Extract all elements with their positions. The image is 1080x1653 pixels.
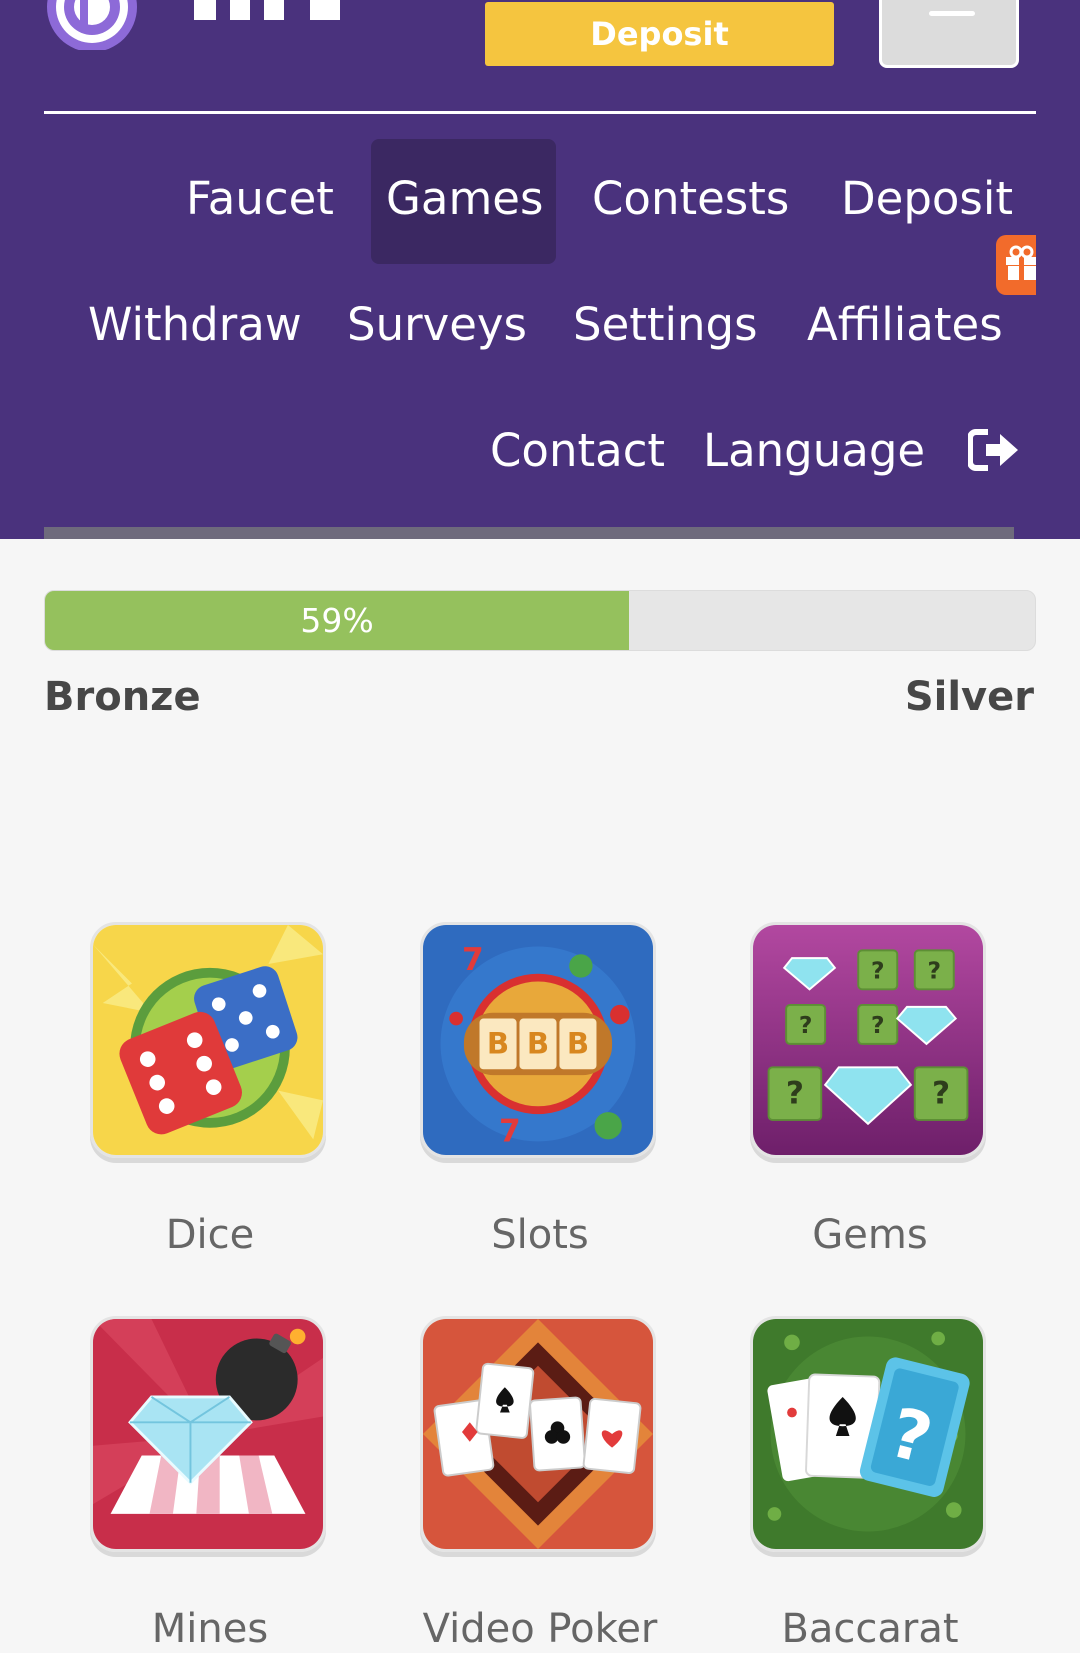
mines-icon[interactable] (90, 1316, 326, 1552)
slots-icon[interactable]: B B B 7 7 (420, 922, 656, 1158)
video-poker-icon[interactable] (420, 1316, 656, 1552)
level-progress-bar: 59% (44, 590, 1036, 651)
svg-text:7: 7 (462, 942, 484, 978)
progress-percent: 59% (300, 601, 374, 640)
svg-text:?: ? (927, 957, 941, 985)
game-video-poker[interactable]: Video Poker (420, 1316, 660, 1652)
gift-icon[interactable] (996, 235, 1036, 295)
logout-icon[interactable] (967, 428, 1020, 476)
svg-text:?: ? (871, 1011, 885, 1039)
menu-button[interactable] (879, 0, 1019, 68)
game-mines[interactable]: Mines (90, 1316, 330, 1652)
deposit-button[interactable]: Deposit (485, 2, 834, 66)
svg-text:?: ? (799, 1011, 813, 1039)
svg-text:?: ? (786, 1075, 804, 1111)
baccarat-icon[interactable]: ? (750, 1316, 986, 1552)
nav-settings[interactable]: Settings (573, 302, 758, 347)
game-slots[interactable]: B B B 7 7 Slots (420, 922, 660, 1258)
nav-games[interactable]: Games (386, 176, 543, 221)
header-bottom-bar (44, 527, 1014, 539)
svg-text:?: ? (932, 1075, 950, 1111)
nav-withdraw[interactable]: Withdraw (88, 302, 302, 347)
nav-surveys[interactable]: Surveys (347, 302, 527, 347)
header: Deposit Faucet Games Contests Deposit Wi… (0, 0, 1080, 539)
header-divider (44, 111, 1036, 114)
nav-contact[interactable]: Contact (490, 428, 665, 473)
svg-text:B: B (527, 1027, 549, 1061)
game-label: Dice (165, 1212, 255, 1258)
dice-icon[interactable] (90, 922, 326, 1158)
next-tier-label: Silver (904, 674, 1034, 720)
svg-text:7: 7 (499, 1113, 521, 1149)
game-label: Mines (151, 1606, 269, 1652)
game-label: Baccarat (781, 1606, 959, 1652)
game-label: Video Poker (422, 1606, 658, 1652)
gems-icon[interactable]: ? ? ? ? ? ? (750, 922, 986, 1158)
game-dice[interactable]: Dice (90, 922, 330, 1258)
nav-language[interactable]: Language (703, 428, 925, 473)
logo-icon[interactable] (44, 0, 364, 52)
svg-text:B: B (487, 1027, 509, 1061)
nav-contests[interactable]: Contests (592, 176, 789, 221)
current-tier-label: Bronze (44, 674, 201, 720)
game-label: Gems (812, 1212, 928, 1258)
svg-text:B: B (567, 1027, 589, 1061)
game-baccarat[interactable]: ? Baccarat (750, 1316, 990, 1652)
nav-deposit[interactable]: Deposit (841, 176, 1013, 221)
nav-affiliates[interactable]: Affiliates (807, 302, 1003, 347)
game-label: Slots (491, 1212, 589, 1258)
menu-icon (929, 11, 975, 16)
nav-faucet[interactable]: Faucet (186, 176, 334, 221)
svg-text:?: ? (871, 957, 885, 985)
game-gems[interactable]: ? ? ? ? ? ? Gems (750, 922, 990, 1258)
